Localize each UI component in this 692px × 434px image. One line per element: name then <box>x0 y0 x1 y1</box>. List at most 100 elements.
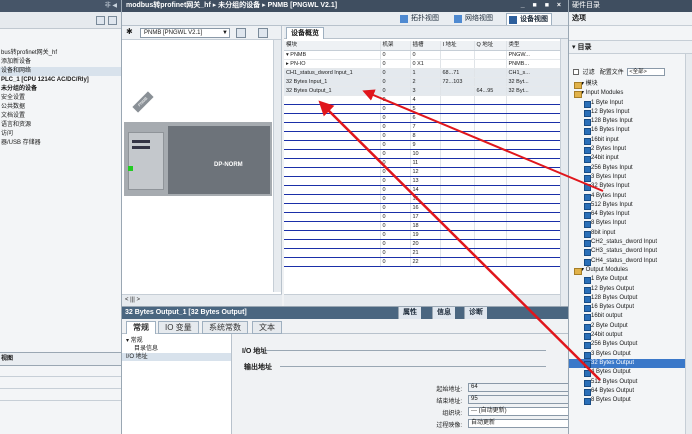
col-rack[interactable]: 机架 <box>380 41 411 51</box>
catalog-item[interactable]: 16bit output <box>569 312 692 322</box>
table-row[interactable]: 0 22 <box>284 257 561 267</box>
tab-device-view[interactable]: 设备视图 <box>506 13 552 25</box>
catalog-item[interactable]: 3 Bytes Input <box>569 173 692 183</box>
nav-item-io-address[interactable]: I/O 地址 <box>122 353 231 361</box>
table-row[interactable]: 32 Bytes Output_1 0 3 64...95 32 Byt... <box>284 86 561 96</box>
table-row[interactable]: 06 <box>284 113 561 123</box>
table-row[interactable]: 0 10 <box>284 149 561 159</box>
pin-icon[interactable]: ✱ <box>126 28 136 38</box>
device-select[interactable]: PNMB [PNGWL V2.1] ▼ <box>140 28 230 38</box>
table-row[interactable]: 0 20 <box>284 239 561 249</box>
catalog-item[interactable]: 8 Bytes Output <box>569 396 692 406</box>
options-header[interactable]: 选项 <box>569 12 692 26</box>
table-row[interactable]: 0 15 <box>284 194 561 204</box>
col-slot[interactable]: 插槽 <box>410 41 441 51</box>
catalog-item[interactable]: 12 Bytes Output <box>569 285 692 294</box>
grid-view-icon[interactable] <box>96 16 105 25</box>
catalog-item[interactable]: CH2_status_dword Input <box>569 238 692 248</box>
table-row[interactable]: 0 18 <box>284 221 561 231</box>
catalog-item[interactable]: 2 Bytes Input <box>569 145 692 155</box>
tree-item-project[interactable]: bus转profinet网关_hf <box>0 49 121 58</box>
table-row[interactable]: ▾ PNMB 0 0 PNGW... <box>284 50 561 60</box>
table-row[interactable]: 07 <box>284 122 561 132</box>
col-module[interactable]: 模块 <box>284 41 381 51</box>
table-row[interactable]: 0 11 <box>284 158 561 168</box>
catalog-item[interactable]: 128 Bytes Input <box>569 117 692 127</box>
tree-item-usb-storage[interactable]: 器/USB 存储器 <box>0 139 121 148</box>
catalog-item[interactable]: 4 Bytes Input <box>569 192 692 201</box>
catalog-item[interactable]: CH3_status_dword Input <box>569 247 692 257</box>
tree-item-ungrouped-devices[interactable]: 未分组的设备 <box>0 85 121 94</box>
catalog-item[interactable]: 64 Bytes Input <box>569 210 692 220</box>
table-row[interactable]: 09 <box>284 140 561 150</box>
catalog-item[interactable]: 16 Bytes Input <box>569 126 692 136</box>
tree-item-common-data[interactable]: 公共数据 <box>0 103 121 112</box>
table-row[interactable]: 0 17 <box>284 212 561 222</box>
tab-network-view[interactable]: 网络视图 <box>452 13 496 25</box>
catalog-item[interactable]: 2 Byte Output <box>569 322 692 332</box>
table-row[interactable]: 0 19 <box>284 230 561 240</box>
zoom-icon[interactable] <box>258 28 268 38</box>
tree-item-devices-networks[interactable]: 设备和网络 <box>0 67 121 76</box>
tree-item-languages[interactable]: 语言和资源 <box>0 121 121 130</box>
tab-diagnostics[interactable]: 诊断 <box>464 307 487 319</box>
col-type[interactable]: 类型 <box>506 41 561 51</box>
tree-item-online-access[interactable]: 访问 <box>0 130 121 139</box>
tab-texts[interactable]: 文本 <box>252 321 282 334</box>
profile-select[interactable]: <全部> <box>627 68 666 77</box>
catalog-item[interactable]: 256 Bytes Output <box>569 340 692 350</box>
details-view-header[interactable]: 视图 <box>0 352 121 366</box>
catalog-item[interactable]: 12 Bytes Input <box>569 108 692 118</box>
split-view-icon[interactable] <box>108 16 117 25</box>
table-row[interactable]: 0 13 <box>284 176 561 186</box>
tab-general[interactable]: 常规 <box>126 321 156 334</box>
catalog-item[interactable]: 1 Byte Input <box>569 99 692 108</box>
tab-properties[interactable]: 属性 <box>398 307 421 319</box>
nav-item-catalog-info[interactable]: 目录信息 <box>122 345 231 353</box>
col-q-address[interactable]: Q 地址 <box>474 41 507 51</box>
device-canvas[interactable]: PNMB DP-NORM <box>122 40 274 292</box>
tree-item-security[interactable]: 安全设置 <box>0 94 121 103</box>
tree-item-add-device[interactable]: 添加新设备 <box>0 58 121 67</box>
catalog-item[interactable]: 64 Bytes Output <box>569 387 692 397</box>
catalog-item[interactable]: 16bit input <box>569 136 692 146</box>
tree-item-doc-settings[interactable]: 文档设置 <box>0 112 121 121</box>
tab-io-tags[interactable]: IO 变量 <box>158 321 199 334</box>
table-row[interactable]: 32 Bytes Input_1 0 2 72...103 32 Byt... <box>284 77 561 87</box>
table-row[interactable]: 0 16 <box>284 203 561 213</box>
table-row[interactable]: 0 12 <box>284 167 561 177</box>
catalog-item[interactable]: 8bit input <box>569 229 692 239</box>
catalog-item[interactable]: 32 Bytes Output <box>569 358 692 369</box>
device-rack[interactable]: DP-NORM <box>124 122 272 196</box>
tab-topology-view[interactable]: 拓扑视图 <box>398 13 442 25</box>
table-row[interactable]: 08 <box>284 131 561 141</box>
overview-hscrollbar[interactable] <box>284 294 560 306</box>
table-row[interactable]: 0 21 <box>284 248 561 258</box>
catalog-item[interactable]: 3 Bytes Output <box>569 350 692 359</box>
catalog-item[interactable]: 4 Bytes Output <box>569 368 692 378</box>
filter-checkbox[interactable] <box>573 69 579 76</box>
table-row[interactable]: 05 <box>284 104 561 114</box>
catalog-item[interactable]: 24bit input <box>569 154 692 164</box>
tree-item-plc[interactable]: PLC_1 [CPU 1214C AC/DC/Rly] <box>0 76 121 85</box>
catalog-item[interactable]: 32 Bytes Input <box>569 182 692 192</box>
overview-vscrollbar[interactable] <box>560 39 568 306</box>
table-row[interactable]: 0 14 <box>284 185 561 195</box>
catalog-item[interactable]: CH4_status_dword Input <box>569 257 692 266</box>
device-vscrollbar[interactable] <box>273 40 281 292</box>
window-controls[interactable]: _ ■ ■ × <box>521 0 564 12</box>
catalog-header[interactable]: ▾ 目录 <box>569 40 692 54</box>
catalog-item[interactable]: 128 Bytes Output <box>569 294 692 304</box>
catalog-item[interactable]: 8 Bytes Input <box>569 219 692 229</box>
table-row[interactable]: ▸ PN-IO 0 0 X1 PNMB... <box>284 59 561 69</box>
col-i-address[interactable]: I 地址 <box>440 41 475 51</box>
catalog-item[interactable]: 16 Bytes Output <box>569 303 692 313</box>
tab-system-constants[interactable]: 系统常数 <box>202 321 248 334</box>
catalog-vscrollbar[interactable] <box>685 54 692 434</box>
catalog-item[interactable]: 512 Bytes Output <box>569 378 692 387</box>
tab-info[interactable]: 信息 <box>432 307 455 319</box>
catalog-item[interactable]: 1 Byte Output <box>569 275 692 285</box>
table-row[interactable]: 04 <box>284 95 561 105</box>
device-menu-icon[interactable] <box>236 28 246 38</box>
catalog-item[interactable]: 256 Bytes Input <box>569 164 692 173</box>
